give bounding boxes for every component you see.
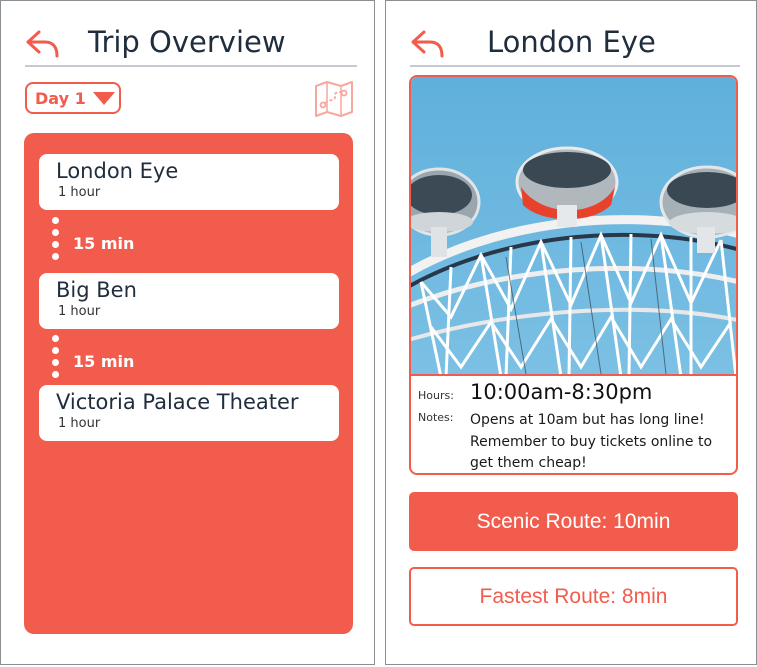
travel-segment: 15 min: [52, 335, 252, 383]
hours-value: 10:00am-8:30pm: [470, 380, 653, 404]
stop-card-london-eye[interactable]: London Eye 1 hour: [39, 154, 339, 210]
caret-down-icon: [92, 91, 115, 105]
dotted-connector: [52, 335, 60, 383]
itinerary-list: London Eye 1 hour 15 min Big Ben 1 hour …: [24, 133, 353, 634]
map-route-icon[interactable]: [314, 81, 354, 117]
title-divider: [410, 65, 740, 67]
place-detail-screen: London Eye Hours: 10:00am-8:30pm Notes: …: [385, 0, 757, 665]
stop-duration: 1 hour: [58, 185, 101, 200]
title-divider: [25, 65, 357, 67]
travel-segment: 15 min: [52, 217, 252, 265]
scenic-route-button[interactable]: Scenic Route: 10min: [409, 492, 738, 551]
hours-label: Hours:: [418, 389, 454, 402]
dotted-connector: [52, 217, 60, 265]
trip-overview-screen: Trip Overview Day 1 London Eye 1 hour 15…: [0, 0, 375, 665]
day-selector-label: Day 1: [35, 88, 86, 108]
stop-duration: 1 hour: [58, 304, 101, 319]
page-title: Trip Overview: [88, 25, 286, 59]
stop-name: Big Ben: [56, 278, 137, 302]
back-arrow-icon[interactable]: [410, 29, 446, 59]
stop-card-big-ben[interactable]: Big Ben 1 hour: [39, 273, 339, 329]
notes-label: Notes:: [418, 411, 454, 424]
travel-time: 15 min: [73, 352, 135, 371]
place-info-card: Hours: 10:00am-8:30pm Notes: Opens at 10…: [409, 75, 738, 475]
back-arrow-icon[interactable]: [25, 29, 61, 59]
photo-divider: [411, 374, 736, 376]
stop-card-victoria-palace-theater[interactable]: Victoria Palace Theater 1 hour: [39, 385, 339, 441]
stop-name: London Eye: [56, 159, 179, 183]
page-title: London Eye: [487, 25, 656, 59]
stop-name: Victoria Palace Theater: [56, 390, 299, 414]
london-eye-photo: [411, 77, 736, 374]
travel-time: 15 min: [73, 234, 135, 253]
stop-duration: 1 hour: [58, 416, 101, 431]
day-selector[interactable]: Day 1: [25, 82, 121, 114]
fastest-route-button[interactable]: Fastest Route: 8min: [409, 567, 738, 626]
notes-value: Opens at 10am but has long line! Remembe…: [470, 412, 713, 471]
